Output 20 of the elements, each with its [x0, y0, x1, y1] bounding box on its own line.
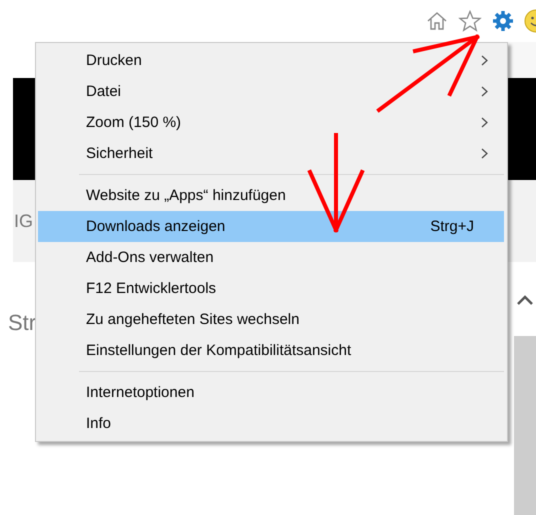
scrollbar-thumb[interactable] [514, 336, 536, 515]
menu-item[interactable]: Internetoptionen [38, 377, 504, 408]
menu-item[interactable]: Info [38, 408, 504, 439]
page-text: Str [7, 310, 36, 335]
menu-item[interactable]: Einstellungen der Kompatibilitätsansicht [38, 335, 504, 366]
settings-icon[interactable] [492, 10, 514, 32]
home-icon[interactable] [426, 10, 448, 32]
menu-item[interactable]: Sicherheit [38, 138, 504, 169]
menu-item[interactable]: Zu angehefteten Sites wechseln [38, 304, 504, 335]
menu-item[interactable]: Downloads anzeigen Strg+J [38, 211, 504, 242]
menu-item[interactable]: Zoom (150 %) [38, 107, 504, 138]
scroll-up-icon[interactable] [516, 294, 534, 306]
page-text: IG [13, 210, 34, 232]
star-icon[interactable] [458, 10, 482, 32]
menu-item[interactable]: Add-Ons verwalten [38, 242, 504, 273]
shortcut-text: Strg+J [430, 218, 474, 235]
menu-item[interactable]: Datei [38, 76, 504, 107]
menu-item[interactable]: F12 Entwicklertools [38, 273, 504, 304]
menu-item[interactable]: Website zu „Apps“ hinzufügen [38, 180, 504, 211]
menu-item[interactable]: Drucken [38, 45, 504, 76]
